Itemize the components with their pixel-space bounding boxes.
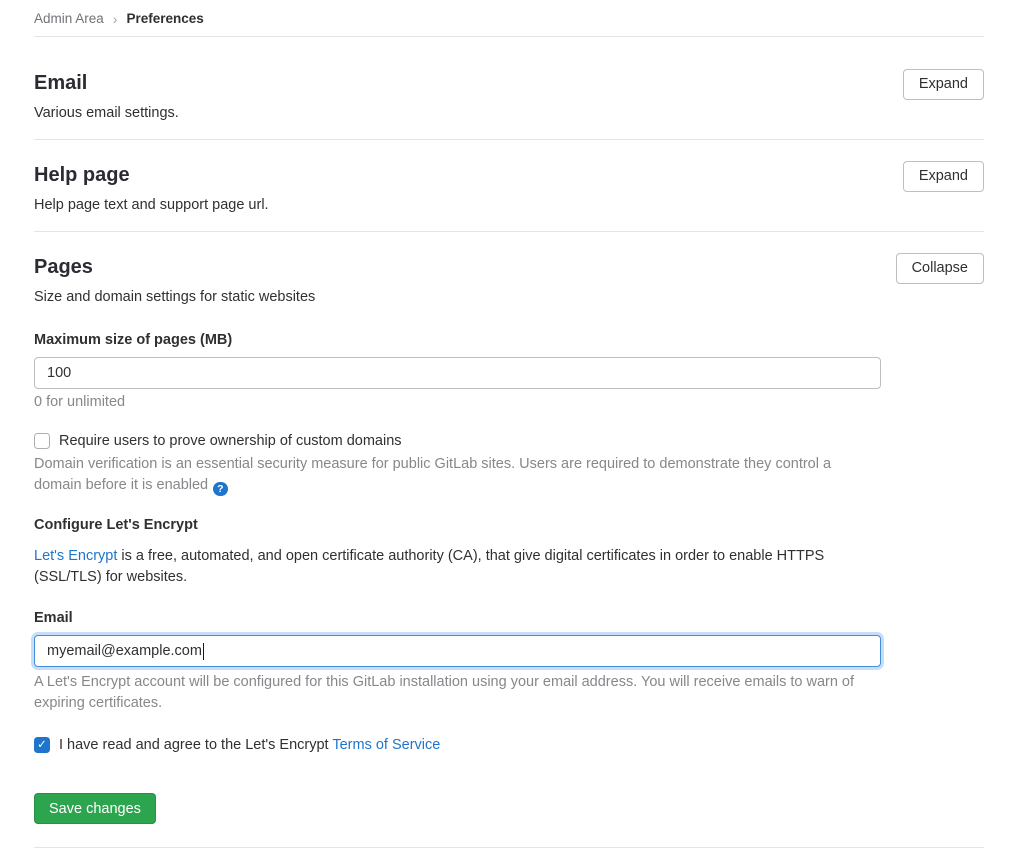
section-help-page: Help page Help page text and support pag… bbox=[34, 140, 984, 232]
lets-encrypt-email-label: Email bbox=[34, 610, 881, 626]
domain-verification-checkbox[interactable] bbox=[34, 433, 50, 449]
terms-of-service-link[interactable]: Terms of Service bbox=[332, 737, 440, 753]
section-help-page-description: Help page text and support page url. bbox=[34, 197, 269, 213]
lets-encrypt-link[interactable]: Let's Encrypt bbox=[34, 548, 117, 564]
email-expand-button[interactable]: Expand bbox=[903, 69, 984, 100]
save-changes-button[interactable]: Save changes bbox=[34, 793, 156, 824]
domain-verification-row: Require users to prove ownership of cust… bbox=[34, 433, 881, 449]
section-pages-header: Pages Size and domain settings for stati… bbox=[34, 255, 984, 305]
lets-encrypt-email-group: Email myemail@example.com A Let's Encryp… bbox=[34, 610, 881, 714]
help-page-expand-button[interactable]: Expand bbox=[903, 161, 984, 192]
section-pages-title: Pages bbox=[34, 255, 315, 280]
section-email-description: Various email settings. bbox=[34, 105, 179, 121]
domain-verification-help-text: Domain verification is an essential secu… bbox=[34, 456, 831, 493]
max-pages-size-hint: 0 for unlimited bbox=[34, 394, 881, 410]
max-pages-size-input[interactable] bbox=[34, 357, 881, 389]
section-email: Email Various email settings. Expand bbox=[34, 37, 984, 140]
terms-checkbox[interactable]: ✓ bbox=[34, 737, 50, 753]
admin-preferences-page: Admin Area › Preferences Email Various e… bbox=[0, 0, 1017, 864]
domain-verification-label: Require users to prove ownership of cust… bbox=[59, 433, 402, 449]
domain-verification-help: Domain verification is an essential secu… bbox=[34, 454, 881, 496]
lets-encrypt-email-value: myemail@example.com bbox=[47, 643, 202, 659]
breadcrumb: Admin Area › Preferences bbox=[34, 0, 984, 37]
section-pages: Pages Size and domain settings for stati… bbox=[34, 232, 984, 848]
text-cursor bbox=[203, 643, 205, 660]
breadcrumb-admin-area-link[interactable]: Admin Area bbox=[34, 11, 104, 26]
section-email-title: Email bbox=[34, 71, 179, 96]
max-pages-size-group: Maximum size of pages (MB) 0 for unlimit… bbox=[34, 332, 881, 410]
breadcrumb-current-page: Preferences bbox=[126, 11, 203, 26]
terms-row: ✓ I have read and agree to the Let's Enc… bbox=[34, 737, 881, 753]
checkmark-icon: ✓ bbox=[35, 738, 49, 752]
pages-settings-form: Maximum size of pages (MB) 0 for unlimit… bbox=[34, 332, 881, 824]
section-pages-info: Pages Size and domain settings for stati… bbox=[34, 255, 315, 305]
lets-encrypt-intro-text: is a free, automated, and open certifica… bbox=[34, 548, 824, 585]
section-help-page-title: Help page bbox=[34, 163, 269, 188]
domain-verification-group: Require users to prove ownership of cust… bbox=[34, 433, 881, 496]
lets-encrypt-intro: Let's Encrypt is a free, automated, and … bbox=[34, 546, 881, 588]
question-icon[interactable]: ? bbox=[213, 482, 228, 497]
terms-label: I have read and agree to the Let's Encry… bbox=[59, 737, 440, 753]
section-pages-description: Size and domain settings for static webs… bbox=[34, 289, 315, 305]
lets-encrypt-heading: Configure Let's Encrypt bbox=[34, 517, 881, 533]
terms-group: ✓ I have read and agree to the Let's Enc… bbox=[34, 737, 881, 753]
max-pages-size-label: Maximum size of pages (MB) bbox=[34, 332, 881, 348]
lets-encrypt-email-help: A Let's Encrypt account will be configur… bbox=[34, 672, 881, 714]
breadcrumb-separator-icon: › bbox=[113, 12, 118, 26]
pages-collapse-button[interactable]: Collapse bbox=[896, 253, 984, 284]
lets-encrypt-email-input[interactable]: myemail@example.com bbox=[34, 635, 881, 667]
terms-label-text: I have read and agree to the Let's Encry… bbox=[59, 737, 332, 753]
section-help-page-info: Help page Help page text and support pag… bbox=[34, 163, 269, 213]
section-email-info: Email Various email settings. bbox=[34, 71, 179, 121]
